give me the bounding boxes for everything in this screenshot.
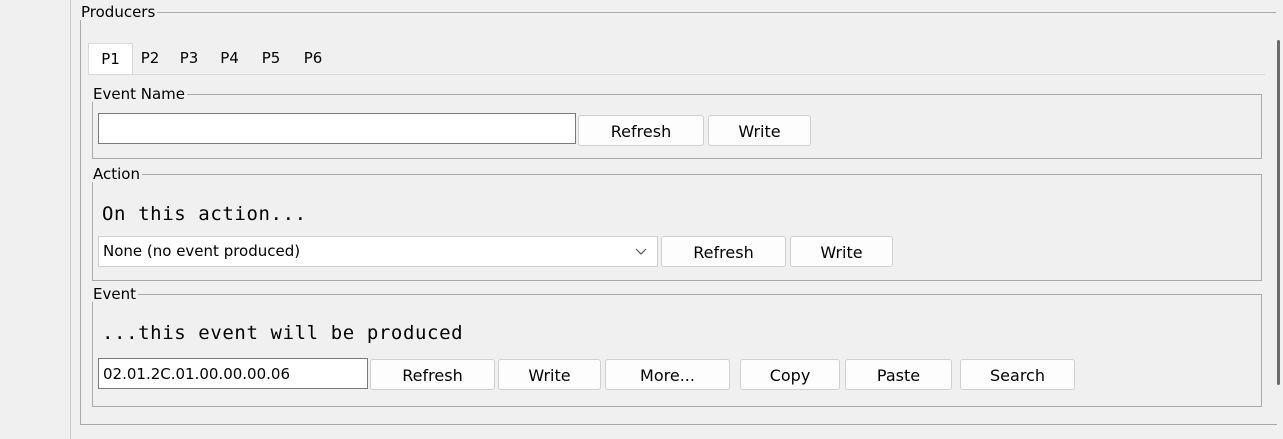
vertical-scrollbar[interactable] <box>1277 40 1280 385</box>
tab-p1[interactable]: P1 <box>88 43 133 75</box>
action-refresh-button[interactable]: Refresh <box>661 236 786 267</box>
event-name-input[interactable] <box>98 113 576 144</box>
event-copy-button[interactable]: Copy <box>740 359 840 390</box>
event-name-refresh-button[interactable]: Refresh <box>578 115 704 146</box>
tab-p4[interactable]: P4 <box>209 45 250 72</box>
left-divider <box>70 0 71 439</box>
tab-p6[interactable]: P6 <box>292 45 334 72</box>
event-name-write-button[interactable]: Write <box>708 115 811 146</box>
event-more-button[interactable]: More... <box>605 359 730 390</box>
event-search-button[interactable]: Search <box>960 359 1075 390</box>
event-paste-button[interactable]: Paste <box>845 359 952 390</box>
action-selected-option: None (no event produced) <box>103 242 301 260</box>
tab-p3[interactable]: P3 <box>169 45 209 72</box>
tab-p5[interactable]: P5 <box>250 45 292 72</box>
event-prompt: ...this event will be produced <box>102 322 464 344</box>
event-refresh-button[interactable]: Refresh <box>370 359 495 390</box>
action-prompt: On this action... <box>102 203 307 225</box>
event-id-input[interactable] <box>98 358 368 389</box>
action-title: Action <box>93 165 140 183</box>
event-name-title: Event Name <box>93 85 185 103</box>
chevron-down-icon <box>635 237 647 266</box>
action-write-button[interactable]: Write <box>790 236 893 267</box>
event-write-button[interactable]: Write <box>498 359 601 390</box>
producers-bottom-border <box>80 424 1277 425</box>
action-select[interactable]: None (no event produced) <box>98 236 658 267</box>
tab-p2[interactable]: P2 <box>131 45 169 72</box>
producers-title: Producers <box>81 3 156 21</box>
event-title: Event <box>93 285 136 303</box>
